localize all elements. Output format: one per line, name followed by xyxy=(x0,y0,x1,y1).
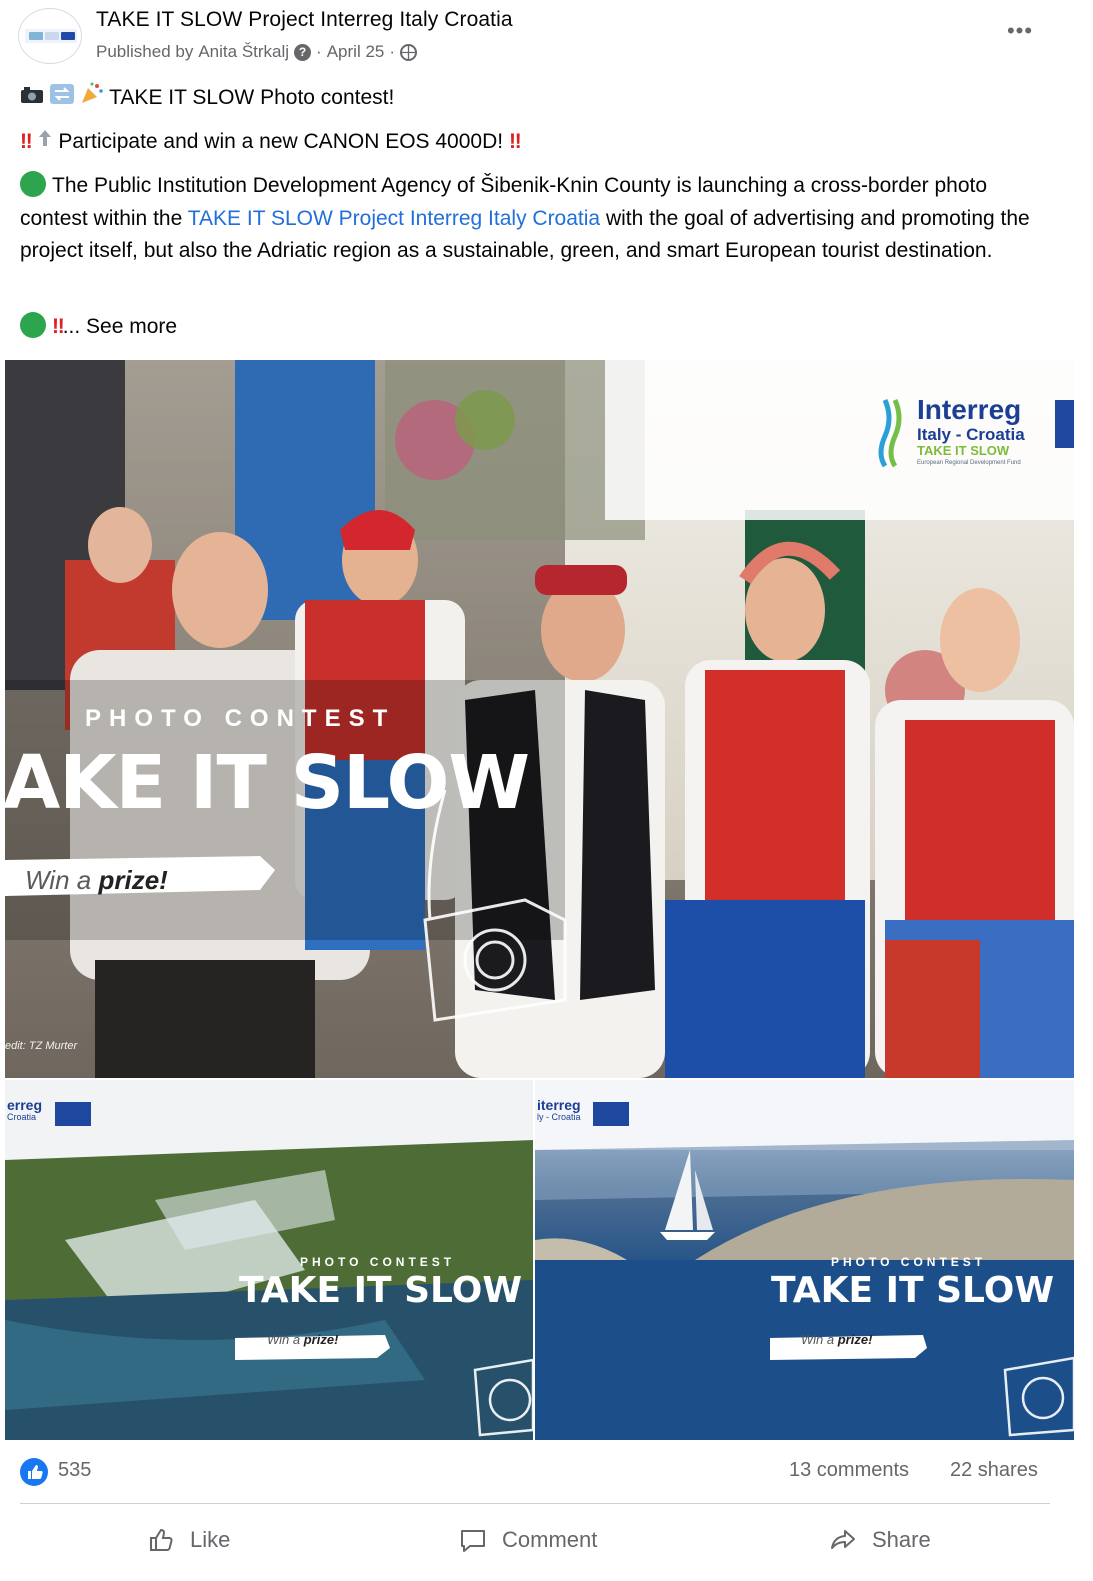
right-logo: iterreg ly - Croatia xyxy=(537,1097,581,1123)
post-image-sailboat[interactable]: iterreg ly - Croatia PHOTO CONTEST TAKE … xyxy=(535,1080,1074,1440)
prize-text: Participate and win a new CANON EOS 4000… xyxy=(58,130,504,153)
comments-count[interactable]: 13 comments xyxy=(789,1459,909,1482)
right-win-prefix: Win a xyxy=(801,1332,838,1347)
sailboat-illustration xyxy=(535,1080,1074,1440)
left-headline: TAKE IT SLOW xyxy=(239,1270,523,1311)
post-image-waterfall[interactable]: erreg Croatia PHOTO CONTEST TAKE IT SLOW… xyxy=(5,1080,533,1440)
info-icon[interactable]: ? xyxy=(294,43,312,61)
right-win-emph: prize! xyxy=(837,1332,873,1347)
left-logo: erreg Croatia xyxy=(7,1097,43,1123)
main-headline: AKE IT SLOW xyxy=(5,740,530,826)
logo-project-text: TAKE IT SLOW xyxy=(917,443,1010,458)
left-kicker: PHOTO CONTEST xyxy=(300,1255,456,1269)
shares-count[interactable]: 22 shares xyxy=(950,1459,1038,1482)
left-win-prefix: Win a xyxy=(267,1332,304,1347)
left-logo-interreg: erreg xyxy=(7,1097,43,1113)
right-win-badge: Win a prize! xyxy=(801,1332,872,1347)
author-name[interactable]: Anita Štrkalj xyxy=(198,42,289,62)
double-exclamation-icon: ‼ xyxy=(20,130,33,153)
like-button[interactable]: Like xyxy=(146,1518,230,1562)
share-button[interactable]: Share xyxy=(828,1518,931,1562)
reaction-count[interactable]: 535 xyxy=(58,1459,91,1482)
left-win-emph: prize! xyxy=(303,1332,339,1347)
comment-bubble-icon xyxy=(461,1530,485,1552)
facebook-post: TAKE IT SLOW Project Interreg Italy Croa… xyxy=(0,0,1093,1581)
share-arrow-icon xyxy=(831,1530,855,1549)
double-exclamation-icon-3: ‼ xyxy=(52,315,65,338)
page-avatar[interactable] xyxy=(18,8,82,64)
green-circle-icon xyxy=(20,171,46,197)
logo-fund-text: European Regional Development Fund xyxy=(917,460,1021,466)
logo-region-text: Italy - Croatia xyxy=(917,425,1025,444)
photo-credit: edit: TZ Murter xyxy=(5,1040,78,1052)
up-arrow-icon xyxy=(37,126,53,158)
share-label: Share xyxy=(872,1527,931,1552)
contest-title-text: TAKE IT SLOW Photo contest! xyxy=(109,86,395,109)
meta-separator-2: · xyxy=(389,42,396,61)
right-headline: TAKE IT SLOW xyxy=(771,1270,1055,1311)
post-meta: Published by Anita Štrkalj ? · April 25 … xyxy=(96,42,418,62)
meta-separator: · xyxy=(316,42,322,61)
action-divider xyxy=(20,1503,1050,1504)
comment-button[interactable]: Comment xyxy=(458,1518,597,1562)
more-options-button[interactable]: ••• xyxy=(1003,18,1037,48)
main-win-emph: prize! xyxy=(98,865,168,895)
right-logo-interreg: iterreg xyxy=(537,1097,581,1113)
post-description: The Public Institution Development Agenc… xyxy=(20,170,1060,268)
double-exclamation-icon-2: ‼ xyxy=(508,130,522,153)
main-win-badge: Win a prize! xyxy=(25,865,168,896)
camera-icon xyxy=(20,82,44,114)
comment-label: Comment xyxy=(502,1527,598,1552)
like-reaction-icon[interactable] xyxy=(20,1458,48,1486)
thumbs-up-icon xyxy=(150,1528,173,1551)
post-image-main[interactable]: Interreg Italy - Croatia TAKE IT SLOW Eu… xyxy=(5,360,1074,1078)
party-popper-icon xyxy=(80,82,104,114)
main-win-prefix: Win a xyxy=(25,865,99,895)
post-line-prize: ‼ Participate and win a new CANON EOS 40… xyxy=(20,126,522,158)
green-circle-icon-2 xyxy=(20,312,46,338)
right-logo-region: ly - Croatia xyxy=(537,1112,581,1123)
published-prefix: Published by xyxy=(96,42,194,61)
logo-interreg-text: Interreg xyxy=(917,394,1022,425)
globe-icon xyxy=(400,43,418,61)
post-line-see-more: ‼... See more xyxy=(20,311,177,343)
left-logo-region: Croatia xyxy=(7,1112,37,1123)
project-link[interactable]: TAKE IT SLOW Project Interreg Italy Croa… xyxy=(188,207,600,230)
main-kicker: PHOTO CONTEST xyxy=(85,705,396,732)
post-date[interactable]: April 25 xyxy=(327,42,385,62)
post-line-contest: TAKE IT SLOW Photo contest! xyxy=(20,82,394,114)
see-more-link[interactable]: ... See more xyxy=(63,315,177,338)
arrows-icon xyxy=(49,82,74,114)
like-label: Like xyxy=(190,1527,231,1552)
interreg-logo: Interreg Italy - Croatia TAKE IT SLOW Eu… xyxy=(917,394,1025,467)
avatar-logo xyxy=(25,29,77,43)
right-kicker: PHOTO CONTEST xyxy=(831,1255,987,1269)
page-name-link[interactable]: TAKE IT SLOW Project Interreg Italy Croa… xyxy=(96,8,513,32)
left-win-badge: Win a prize! xyxy=(267,1332,338,1347)
